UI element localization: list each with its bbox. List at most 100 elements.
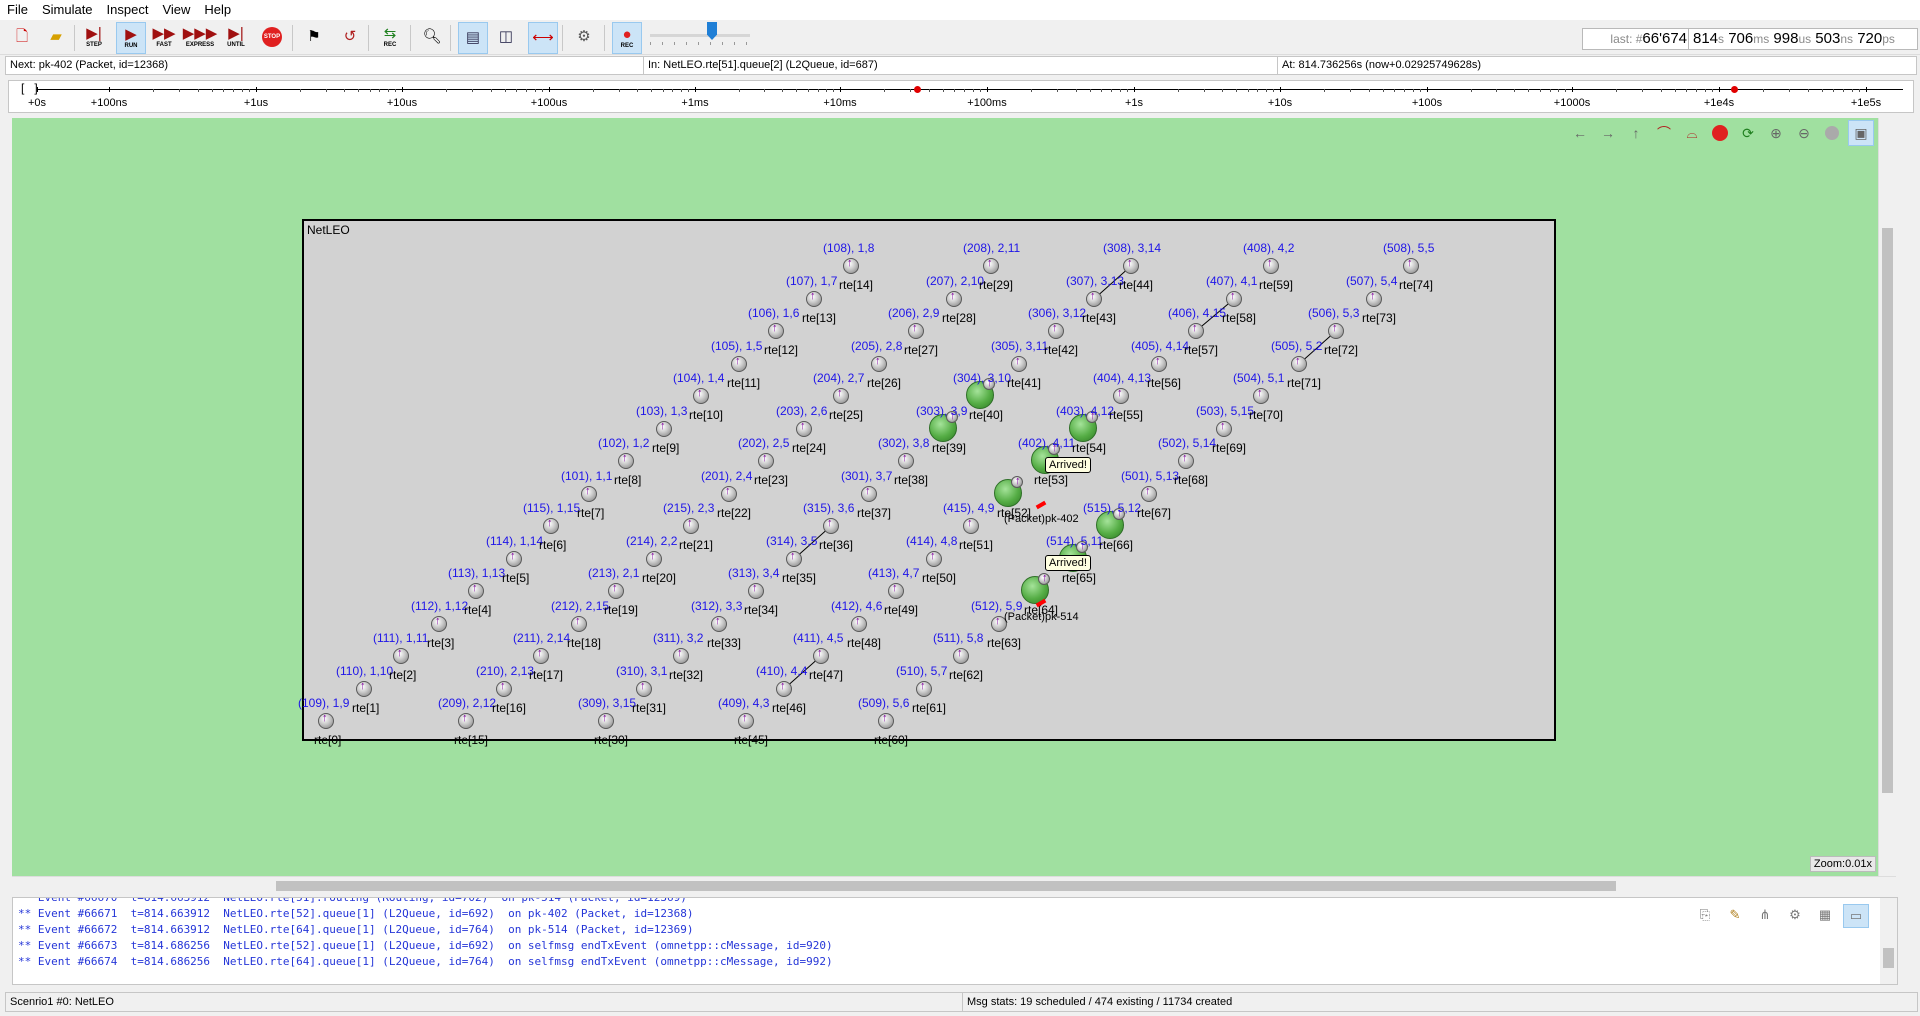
animation-slower-button[interactable]: ⌒	[1652, 121, 1676, 145]
forward-button[interactable]: →	[1596, 121, 1620, 145]
satellite-name-label: rte[74]	[1399, 278, 1434, 292]
timeline-minor-tick	[1101, 89, 1102, 92]
timeline-label: +1000s	[1553, 97, 1591, 109]
timeline-tick	[1134, 87, 1135, 92]
express-button[interactable]: ▶▶▶ EXPRESS	[183, 22, 218, 52]
video-record-button[interactable]: ● REC	[612, 22, 642, 54]
step-button[interactable]: ▶| STEP	[80, 22, 108, 52]
show-labels-button[interactable]	[1820, 121, 1844, 145]
satellite-name-label: rte[66]	[1099, 538, 1134, 552]
fast-icon: ⌓	[1686, 124, 1698, 141]
animation-faster-button[interactable]: ⌓	[1680, 121, 1704, 145]
fast-button[interactable]: ▶▶ FAST	[150, 22, 178, 52]
timeline-toggle-button[interactable]: ⟷	[528, 22, 558, 54]
network-canvas[interactable]: ← → ↑ ⌒ ⌓ ⟳ ⊕ ⊖ ▣ NetLEO (109), 1,9rte[0…	[12, 118, 1896, 876]
finish-button[interactable]: ⚑	[300, 22, 328, 52]
satellite-name-label: rte[54]	[1072, 441, 1107, 455]
satellite-name-label: rte[53]	[1034, 473, 1069, 487]
timeline-minor-tick	[472, 89, 473, 92]
zoom-in-button[interactable]: ⊕	[1764, 121, 1788, 145]
parent-button[interactable]: ↑	[1624, 121, 1648, 145]
satellite-address-label: (408), 4,2	[1243, 241, 1295, 255]
preferences-button[interactable]: ⚙	[570, 22, 598, 52]
event-log[interactable]: ** Event #66670 t=814.663912 NetLEO.rte[…	[12, 897, 1898, 985]
back-button[interactable]: ←	[1568, 121, 1592, 145]
until-button[interactable]: ▶| UNTIL	[222, 22, 250, 52]
log-view-button[interactable]: ▭	[1843, 904, 1869, 928]
show-layers-button[interactable]: ▣	[1848, 120, 1874, 146]
timeline[interactable]: [ ] +0s +100ns +1us +10us +100us +1ms +10ms +10…	[8, 80, 1914, 113]
timeline-minor-tick	[153, 89, 154, 92]
load-button[interactable]: ▰	[42, 22, 70, 52]
satellite-name-label: rte[58]	[1222, 311, 1257, 325]
timeline-label: +1us	[243, 97, 269, 109]
timeline-minor-tick	[233, 89, 234, 92]
satellite-name-label: rte[55]	[1109, 408, 1144, 422]
satellite-address-label: (502), 5,14	[1158, 436, 1217, 450]
scroll-thumb[interactable]	[1882, 228, 1893, 793]
event-log-rec-button[interactable]: ⇆ REC	[376, 22, 404, 52]
find-log-button[interactable]: ✎	[1723, 904, 1747, 926]
satellite-name-label: rte[25]	[829, 408, 864, 422]
satellite-address-label: (415), 4,9	[943, 501, 995, 515]
satellite-name-label: rte[59]	[1259, 278, 1294, 292]
record-label: REC	[620, 42, 634, 49]
messages-view-button[interactable]: ▦	[1813, 904, 1837, 926]
relayout-button[interactable]: ⟳	[1736, 121, 1760, 145]
log-settings-button[interactable]: ⚙	[1783, 904, 1807, 926]
scheduled-event-marker[interactable]	[914, 86, 921, 93]
packet-label[interactable]: (Packet)pk-402	[1004, 513, 1079, 525]
run-icon: ▶	[125, 25, 137, 43]
timeline-minor-tick	[1236, 89, 1237, 92]
satellite-address-label: (410), 4,4	[756, 664, 808, 678]
new-run-button[interactable]: 🗋	[8, 22, 36, 52]
rebuild-button[interactable]: ↺	[336, 22, 364, 52]
satellite-name-label: rte[10]	[689, 408, 724, 422]
stop-animation-button[interactable]	[1708, 121, 1732, 145]
packet-label[interactable]: (Packet)pk-514	[1004, 611, 1079, 623]
find-button[interactable]: 🔍︎	[418, 22, 446, 52]
scroll-thumb[interactable]	[276, 881, 1616, 891]
next-module-info: In: NetLEO.rte[51].queue[2] (L2Queue, id…	[643, 56, 1279, 75]
animation-speed-slider[interactable]	[650, 34, 750, 37]
satellite-name-label: rte[50]	[922, 571, 957, 585]
pen-icon: ✎	[1729, 907, 1741, 922]
timeline-minor-tick	[980, 89, 981, 92]
timeline-minor-tick	[818, 89, 819, 92]
arrived-bubble: Arrived!	[1045, 457, 1091, 473]
monitor-icon: ▭	[1849, 908, 1863, 923]
canvas-vertical-scrollbar[interactable]	[1878, 118, 1896, 876]
timeline-minor-tick	[884, 89, 885, 92]
timeline-minor-tick	[954, 89, 955, 92]
copy-button[interactable]: ⎘	[1693, 904, 1717, 926]
timeline-minor-tick	[964, 89, 965, 92]
timeline-minor-tick	[1558, 89, 1559, 92]
log-scrollbar[interactable]	[1880, 898, 1897, 984]
timeline-minor-tick	[1686, 89, 1687, 92]
scheduled-event-marker[interactable]	[1731, 86, 1738, 93]
arrow-up-icon: ↑	[1632, 125, 1640, 141]
stop-button[interactable]: STOP	[258, 22, 286, 52]
canvas-horizontal-scrollbar[interactable]	[12, 876, 1896, 894]
menu-simulate[interactable]: Simulate	[35, 0, 100, 19]
satellite-icon	[1011, 475, 1023, 488]
layout-vertical-button[interactable]: ◫	[492, 22, 520, 52]
timeline-minor-tick	[1420, 89, 1421, 92]
time-ps: 720	[1857, 30, 1883, 47]
satellite-address-label: (406), 4,15	[1168, 306, 1227, 320]
satellite-icon	[946, 290, 962, 307]
filter-button[interactable]: ⋔	[1753, 904, 1777, 926]
unit-ns: ns	[1840, 32, 1854, 46]
menu-file[interactable]: File	[0, 0, 35, 19]
menu-view[interactable]: View	[155, 0, 197, 19]
satellite-address-label: (214), 2,2	[626, 534, 678, 548]
layout-horizontal-button[interactable]: ▤	[458, 22, 488, 54]
next-time-info: At: 814.736256s (now+0.02925749628s)	[1277, 56, 1917, 75]
satellite-icon	[851, 615, 867, 632]
menu-inspect[interactable]: Inspect	[100, 0, 156, 19]
run-button[interactable]: ▶ RUN	[116, 22, 146, 54]
zoom-out-button[interactable]: ⊖	[1792, 121, 1816, 145]
menu-help[interactable]: Help	[197, 0, 238, 19]
zoom-in-icon: ⊕	[1770, 124, 1782, 141]
scroll-thumb[interactable]	[1883, 948, 1894, 968]
